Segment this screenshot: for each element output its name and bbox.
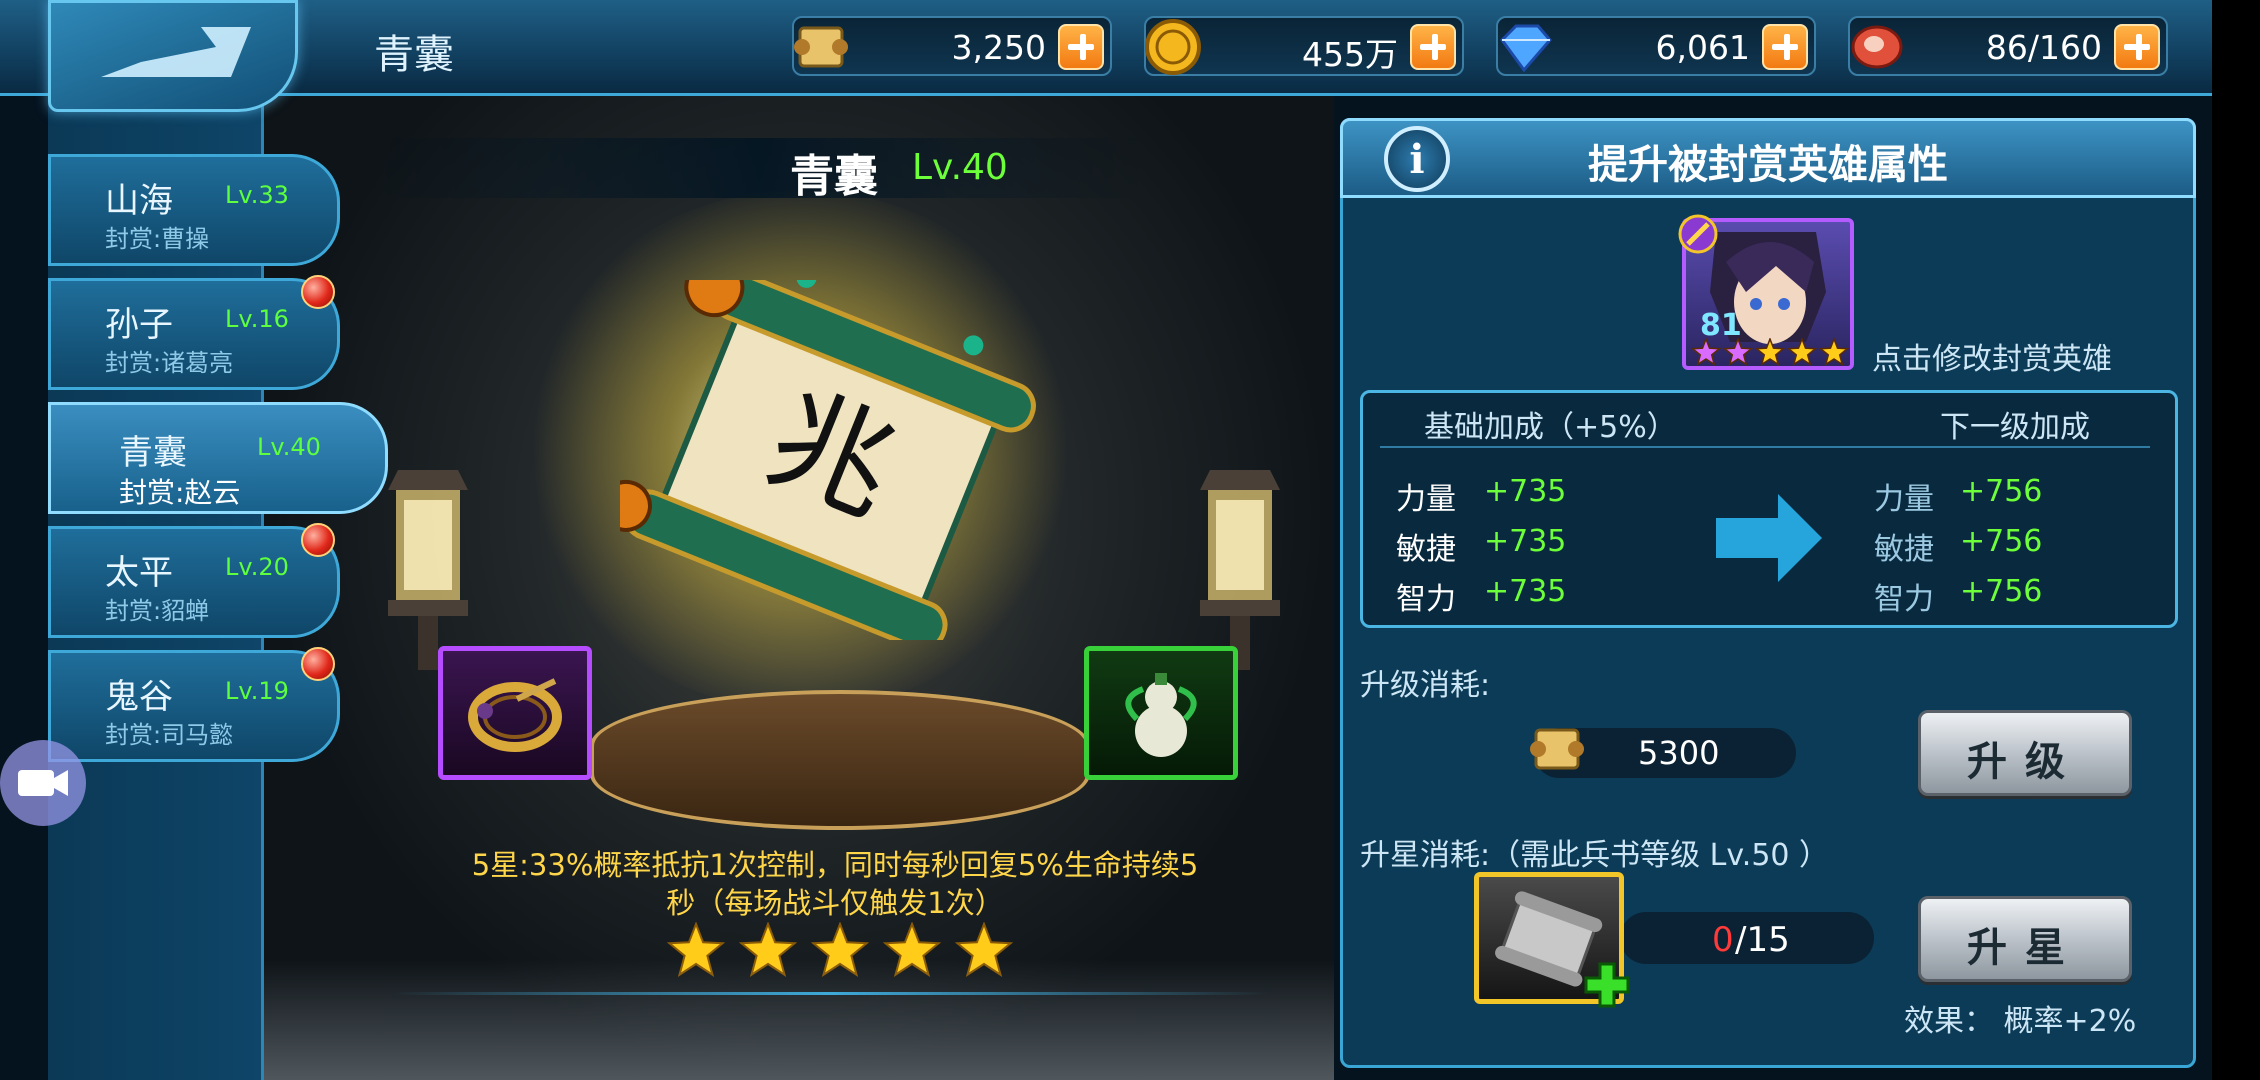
resource-stamina: 86/160 bbox=[1848, 16, 2168, 76]
resource-value: 455万 bbox=[1302, 35, 1398, 74]
screen-edge bbox=[2212, 0, 2260, 1080]
tab-reward-hero: 封赏:诸葛亮 bbox=[105, 349, 234, 377]
bracelet-icon bbox=[468, 678, 562, 752]
tab-book-name: 太平 bbox=[105, 553, 173, 593]
resource-gold: 455万 bbox=[1144, 16, 1464, 76]
scroll-currency-icon bbox=[1530, 728, 1584, 770]
upgrade-button[interactable]: 升级 bbox=[1918, 710, 2132, 796]
base-bonus-header: 基础加成（+5%） bbox=[1424, 410, 1677, 445]
gold-coin-icon bbox=[1145, 19, 1201, 75]
stat-value: +756 bbox=[1960, 574, 2043, 609]
resource-diamond: 6,061 bbox=[1496, 16, 1816, 76]
tab-reward-hero: 封赏:貂蝉 bbox=[105, 597, 210, 625]
stat-name: 敏捷 bbox=[1396, 532, 1456, 567]
tab-book-level: Lv.33 bbox=[225, 181, 289, 209]
divider bbox=[390, 992, 1270, 995]
stat-name: 力量 bbox=[1874, 482, 1934, 517]
upgrade-button-label: 升级 bbox=[1967, 739, 2083, 785]
star-up-cost-label: 升星消耗:（需此兵书等级 Lv.50 ） bbox=[1360, 838, 1830, 873]
stat-name: 智力 bbox=[1874, 582, 1934, 617]
gourd-icon bbox=[1125, 673, 1197, 757]
resource-value: 3,250 bbox=[951, 28, 1046, 67]
equip-slot-right[interactable] bbox=[1084, 646, 1238, 780]
tab-book-name: 山海 bbox=[105, 181, 173, 221]
book-level: Lv.40 bbox=[912, 147, 1008, 188]
pedestal bbox=[590, 690, 1090, 830]
stat-value: +756 bbox=[1960, 524, 2043, 559]
tab-reward-hero: 封赏:司马懿 bbox=[105, 721, 234, 749]
hero-portrait[interactable] bbox=[1678, 214, 1854, 370]
notification-dot bbox=[301, 523, 335, 557]
diamond-icon bbox=[1500, 24, 1552, 73]
lantern-left bbox=[388, 470, 468, 670]
notification-dot bbox=[301, 275, 335, 309]
book-scroll-icon[interactable]: 兆 bbox=[620, 280, 1040, 640]
hero-level: 81 bbox=[1700, 308, 1742, 343]
star-skill-description: 5星:33%概率抵抗1次控制，同时每秒回复5%生命持续5 秒（每场战斗仅触发1次… bbox=[405, 846, 1265, 922]
page-title: 青囊 bbox=[374, 32, 454, 78]
book-tab-2[interactable]: 青囊 Lv.40 封赏:赵云 bbox=[48, 402, 388, 514]
stat-name: 敏捷 bbox=[1874, 532, 1934, 567]
book-tab-1[interactable]: 孙子 Lv.16 封赏:诸葛亮 bbox=[48, 275, 340, 390]
add-stamina-button[interactable] bbox=[2114, 24, 2160, 70]
arrow-right-icon bbox=[1716, 494, 1822, 582]
screen-record-button[interactable] bbox=[0, 740, 86, 826]
panel-title: 提升被封赏英雄属性 bbox=[1588, 142, 1948, 188]
tab-reward-hero: 封赏:赵云 bbox=[119, 476, 241, 509]
stat-name: 力量 bbox=[1396, 482, 1456, 517]
next-bonus-header: 下一级加成 bbox=[1940, 410, 2090, 445]
add-material-icon[interactable] bbox=[1582, 960, 1632, 1010]
add-diamond-button[interactable] bbox=[1762, 24, 1808, 70]
star-up-button-label: 升星 bbox=[1967, 925, 2083, 971]
notification-dot bbox=[301, 647, 335, 681]
stat-value: +735 bbox=[1484, 574, 1567, 609]
game-screen: 兆 青囊 Lv.40 5星:33%概率抵抗1次控制，同时每秒回复5%生命持续5 … bbox=[0, 0, 2260, 1080]
lantern-right bbox=[1200, 470, 1280, 670]
book-tab-4[interactable]: 鬼谷 Lv.19 封赏:司马懿 bbox=[48, 647, 340, 762]
resource-scroll-currency: 3,250 bbox=[792, 16, 1112, 76]
add-gold-button[interactable] bbox=[1410, 24, 1456, 70]
resource-value: 86/160 bbox=[1985, 28, 2102, 67]
tab-book-level: Lv.19 bbox=[225, 677, 289, 705]
star-icon bbox=[1786, 338, 1818, 366]
meat-stamina-icon bbox=[1851, 25, 1903, 69]
add-scroll-currency-button[interactable] bbox=[1058, 24, 1104, 70]
skill-desc-line2: 秒（每场战斗仅触发1次） bbox=[666, 886, 1004, 920]
tab-book-name: 青囊 bbox=[119, 433, 187, 473]
star-up-button[interactable]: 升星 bbox=[1918, 896, 2132, 982]
star-up-effect: 效果： 概率+2% bbox=[1904, 1004, 2137, 1039]
video-camera-icon bbox=[18, 770, 68, 796]
skill-desc-line1: 5星:33%概率抵抗1次控制，同时每秒回复5%生命持续5 bbox=[471, 848, 1199, 882]
change-hero-hint[interactable]: 点击修改封赏英雄 bbox=[1872, 334, 2112, 378]
stat-name: 智力 bbox=[1396, 582, 1456, 617]
tab-book-level: Lv.16 bbox=[225, 305, 289, 333]
tab-book-level: Lv.40 bbox=[257, 433, 321, 461]
sword-class-icon bbox=[1678, 214, 1718, 254]
back-button[interactable] bbox=[48, 0, 298, 112]
stat-value: +735 bbox=[1484, 474, 1567, 509]
stat-value: +756 bbox=[1960, 474, 2043, 509]
star-icon bbox=[1818, 338, 1850, 366]
title-band bbox=[370, 138, 1150, 198]
fog bbox=[264, 960, 1334, 1080]
material-required-count: /15 bbox=[1735, 920, 1790, 960]
upgrade-cost-value: 5300 bbox=[1638, 734, 1720, 772]
equip-slot-left[interactable] bbox=[438, 646, 592, 780]
book-tab-3[interactable]: 太平 Lv.20 封赏:貂蝉 bbox=[48, 523, 340, 638]
divider bbox=[1380, 446, 2150, 448]
star-icon bbox=[1754, 338, 1786, 366]
tab-book-name: 鬼谷 bbox=[105, 677, 173, 717]
book-tab-0[interactable]: 山海 Lv.33 封赏:曹操 bbox=[48, 154, 340, 266]
upgrade-cost-label: 升级消耗: bbox=[1360, 668, 1491, 703]
book-name: 青囊 bbox=[790, 151, 878, 202]
tab-book-name: 孙子 bbox=[105, 305, 173, 345]
back-arrow-icon bbox=[101, 27, 251, 77]
scroll-currency-icon bbox=[794, 26, 848, 68]
material-owned-count: 0 bbox=[1712, 920, 1734, 960]
resource-value: 6,061 bbox=[1655, 28, 1750, 67]
stat-value: +735 bbox=[1484, 524, 1567, 559]
tab-book-level: Lv.20 bbox=[225, 553, 289, 581]
tab-reward-hero: 封赏:曹操 bbox=[105, 225, 210, 253]
